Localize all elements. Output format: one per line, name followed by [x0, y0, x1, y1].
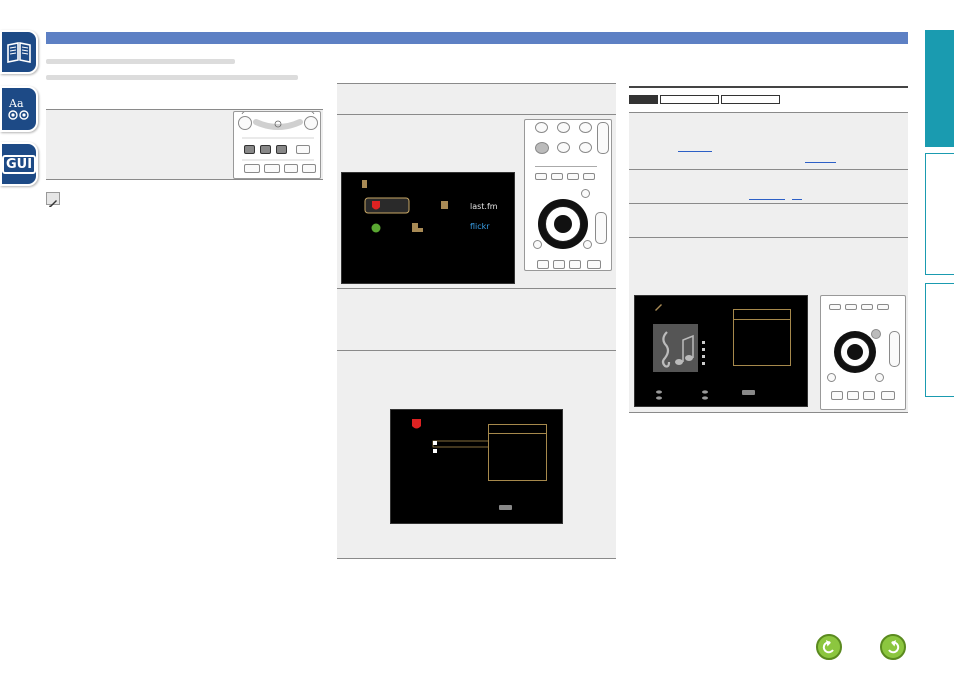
- remote-button: [557, 122, 570, 133]
- favorite-1-button: [831, 391, 843, 400]
- option-button: [581, 189, 590, 198]
- menu-header-line: [489, 433, 546, 434]
- volume-rocker: [889, 331, 900, 367]
- flickr-label: flickr: [470, 222, 490, 231]
- source-tag: [660, 95, 719, 104]
- step-box: [337, 84, 616, 114]
- volume-rocker: [595, 212, 607, 244]
- manual-page: Aa GUI last.fm flickr: [0, 0, 954, 674]
- gui-icon: GUI: [1, 154, 37, 174]
- remote-button: [861, 304, 873, 310]
- option-menu-screen: [390, 409, 563, 524]
- source-tag: [721, 95, 780, 104]
- separator: [535, 166, 597, 167]
- remote-button: [829, 304, 841, 310]
- divider: [46, 179, 323, 180]
- remote-button: [557, 142, 570, 153]
- right-section-tab-1[interactable]: [925, 30, 954, 147]
- page-rocker: [597, 122, 609, 154]
- right-section-tab-3[interactable]: [925, 283, 954, 397]
- svg-text:Aa: Aa: [8, 97, 24, 110]
- step-box: [629, 113, 908, 169]
- skip-forward-button: [264, 164, 280, 173]
- remote-illustration: [820, 295, 906, 410]
- network-button: [535, 142, 549, 154]
- now-playing-screen: [634, 295, 808, 407]
- divider: [629, 412, 908, 413]
- setup-button: [583, 240, 592, 249]
- remote-button: [877, 304, 889, 310]
- remote-button: [551, 173, 563, 180]
- enter-button: [554, 215, 572, 233]
- mute-button: [587, 260, 601, 269]
- option-menu-panel: [733, 309, 791, 366]
- remote-button: [579, 122, 592, 133]
- option-menu-panel: [488, 424, 547, 481]
- option-button: [871, 329, 881, 339]
- contents-tab[interactable]: [0, 30, 38, 74]
- favorite-3-button: [569, 260, 581, 269]
- page-link[interactable]: [749, 199, 785, 200]
- subtitle-placeholder-bar: [46, 75, 298, 80]
- favorite-1-button: [537, 260, 549, 269]
- source-tag: [629, 95, 658, 104]
- menu-header-line: [734, 319, 790, 320]
- remote-button: [583, 173, 595, 180]
- forward-arrow-icon: [888, 640, 900, 654]
- mute-button: [296, 145, 310, 154]
- lastfm-label: last.fm: [470, 202, 498, 211]
- remote-button: [238, 116, 252, 130]
- mute-button: [881, 391, 895, 400]
- remote-button: [535, 173, 547, 180]
- favorite-3-button: [276, 145, 287, 154]
- aa-glossary-icon: Aa: [8, 97, 29, 120]
- page-link[interactable]: [805, 162, 836, 163]
- divider: [337, 558, 616, 559]
- remote-illustration: [524, 119, 612, 271]
- page-link[interactable]: [678, 151, 712, 152]
- back-button: [827, 373, 836, 382]
- play-button: [284, 164, 298, 173]
- back-arrow-icon: [822, 640, 834, 654]
- remote-button: [579, 142, 592, 153]
- index-tab[interactable]: Aa: [0, 86, 38, 132]
- page-link[interactable]: [792, 199, 802, 200]
- divider: [629, 86, 908, 88]
- setup-button: [875, 373, 884, 382]
- remote-button: [845, 304, 857, 310]
- network-menu-screen: last.fm flickr: [341, 172, 515, 284]
- title-placeholder-bar: [46, 59, 235, 64]
- favorite-3-button: [863, 391, 875, 400]
- right-section-tab-2[interactable]: [925, 153, 954, 275]
- back-page-button[interactable]: [816, 634, 842, 660]
- back-button: [533, 240, 542, 249]
- remote-illustration: [233, 111, 321, 179]
- remote-button: [304, 116, 318, 130]
- remote-button: [535, 122, 548, 133]
- pause-button: [302, 164, 316, 173]
- enter-button: [847, 344, 863, 360]
- header-bar: [46, 32, 908, 44]
- note-icon: [46, 192, 60, 207]
- favorite-2-button: [847, 391, 859, 400]
- favorite-1-button: [244, 145, 255, 154]
- favorite-2-button: [553, 260, 565, 269]
- step-box: [629, 204, 908, 237]
- favorite-2-button: [260, 145, 271, 154]
- book-icon: [7, 42, 31, 63]
- skip-back-button: [244, 164, 260, 173]
- remote-button: [567, 173, 579, 180]
- gui-tab[interactable]: GUI: [0, 142, 38, 186]
- forward-page-button[interactable]: [880, 634, 906, 660]
- step-box: [337, 289, 616, 350]
